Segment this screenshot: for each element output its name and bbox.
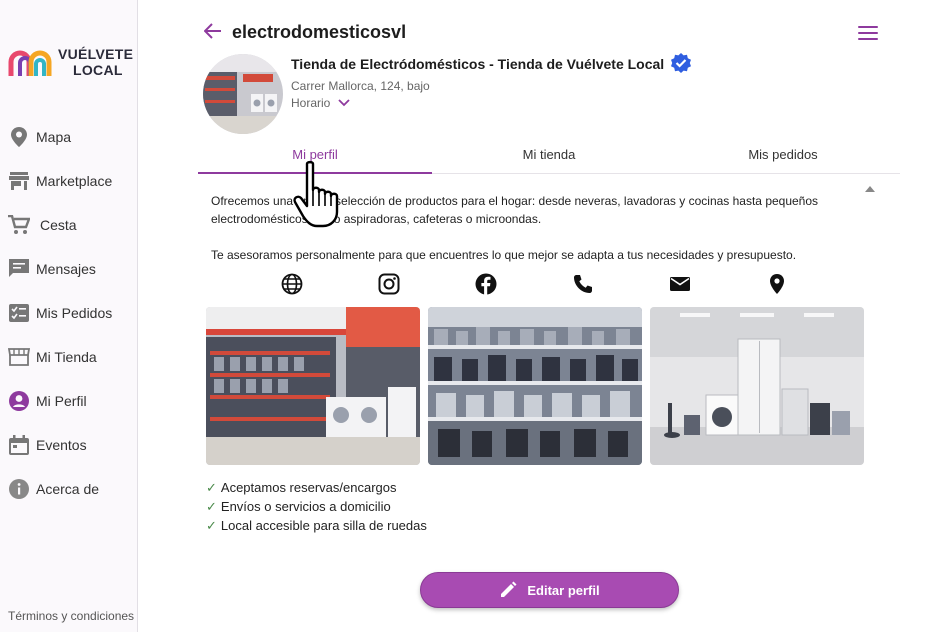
sidebar-item-label: Cesta <box>40 217 77 233</box>
app-logo[interactable]: VUÉLVETE LOCAL <box>8 46 133 78</box>
store-name: Tienda de Electródomésticos - Tienda de … <box>291 53 692 75</box>
mail-icon[interactable] <box>669 273 766 295</box>
chevron-down-icon <box>338 99 350 107</box>
gallery-photo-appliances-display[interactable] <box>650 307 864 465</box>
sidebar-item-label: Mapa <box>36 129 72 145</box>
sidebar: VUÉLVETE LOCAL Mapa Marketplace Cesta Me… <box>0 0 138 632</box>
gallery-photo-appliance-shelves[interactable] <box>428 307 642 465</box>
logo-text: VUÉLVETE LOCAL <box>58 46 133 78</box>
sidebar-item-mi-tienda[interactable]: Mi Tienda <box>8 335 136 379</box>
store-icon <box>8 170 30 192</box>
gallery-photo-store-interior[interactable] <box>206 307 420 465</box>
store-address: Carrer Mallorca, 124, bajo <box>291 79 430 93</box>
cart-icon <box>8 214 30 236</box>
location-icon[interactable] <box>766 273 863 295</box>
logo-arches-icon <box>8 50 52 76</box>
check-icon: ✓ <box>206 499 217 514</box>
edit-profile-label: Editar perfil <box>527 582 600 598</box>
check-icon: ✓ <box>206 518 217 533</box>
sidebar-item-cesta[interactable]: Cesta <box>8 203 136 247</box>
back-arrow-icon[interactable] <box>203 22 222 43</box>
feature-item: ✓ Local accesible para silla de ruedas <box>206 516 427 535</box>
sidebar-item-label: Mi Tienda <box>36 349 97 365</box>
scroll-up-arrow-icon[interactable] <box>865 186 875 192</box>
calendar-icon <box>8 434 30 456</box>
hand-pointer-cursor-icon <box>293 160 351 235</box>
logo-line1: VUÉLVETE <box>58 46 134 62</box>
sidebar-item-label: Eventos <box>36 437 87 453</box>
sidebar-item-label: Mensajes <box>36 261 96 277</box>
terms-link[interactable]: Términos y condiciones <box>8 609 134 623</box>
storefront-icon <box>8 346 30 368</box>
edit-profile-button[interactable]: Editar perfil <box>420 572 679 608</box>
store-features: ✓ Aceptamos reservas/encargos ✓ Envíos o s… <box>206 478 427 535</box>
feature-item: ✓ Envíos o servicios a domicilio <box>206 497 427 516</box>
horario-toggle[interactable]: Horario <box>291 96 350 110</box>
sidebar-item-mis-pedidos[interactable]: Mis Pedidos <box>8 291 136 335</box>
store-gallery <box>206 307 864 465</box>
facebook-icon[interactable] <box>475 273 572 295</box>
store-name-text: Tienda de Electródomésticos - Tienda de … <box>291 56 665 72</box>
sidebar-item-label: Mis Pedidos <box>36 305 113 321</box>
phone-icon[interactable] <box>572 273 669 295</box>
feature-item: ✓ Aceptamos reservas/encargos <box>206 478 427 497</box>
checklist-icon <box>8 302 30 324</box>
sidebar-item-eventos[interactable]: Eventos <box>8 423 136 467</box>
sidebar-item-mi-perfil[interactable]: Mi Perfil <box>8 379 136 423</box>
social-links <box>281 273 863 295</box>
store-avatar <box>203 54 283 134</box>
user-icon <box>8 390 30 412</box>
sidebar-item-marketplace[interactable]: Marketplace <box>8 159 136 203</box>
feature-label: Local accesible para silla de ruedas <box>220 518 427 533</box>
map-pin-icon <box>8 126 30 148</box>
tab-mi-tienda[interactable]: Mi tienda <box>432 140 666 173</box>
sidebar-item-acerca-de[interactable]: Acerca de <box>8 467 136 511</box>
profile-header: electrodomesticosvl <box>203 22 407 43</box>
logo-line2: LOCAL <box>73 62 123 78</box>
globe-icon[interactable] <box>281 273 378 295</box>
feature-label: Aceptamos reservas/encargos <box>220 480 397 495</box>
description-paragraph-2: Te asesoramos personalmente para que enc… <box>211 248 797 262</box>
info-icon <box>8 478 30 500</box>
sidebar-item-mapa[interactable]: Mapa <box>8 115 136 159</box>
username-title: electrodomesticosvl <box>232 22 407 42</box>
chat-icon <box>8 258 30 280</box>
sidebar-item-mensajes[interactable]: Mensajes <box>8 247 136 291</box>
pencil-icon <box>501 581 517 597</box>
sidebar-item-label: Acerca de <box>36 481 100 497</box>
feature-label: Envíos o servicios a domicilio <box>220 499 391 514</box>
sidebar-nav: Mapa Marketplace Cesta Mensajes Mis Pedi… <box>8 115 136 511</box>
check-icon: ✓ <box>206 480 217 495</box>
tab-mis-pedidos[interactable]: Mis pedidos <box>666 140 900 173</box>
horario-label: Horario <box>291 96 331 110</box>
sidebar-item-label: Marketplace <box>36 173 113 189</box>
instagram-icon[interactable] <box>378 273 475 295</box>
hamburger-menu-icon[interactable] <box>858 26 878 44</box>
verified-badge-icon <box>671 53 692 73</box>
sidebar-item-label: Mi Perfil <box>36 393 87 409</box>
